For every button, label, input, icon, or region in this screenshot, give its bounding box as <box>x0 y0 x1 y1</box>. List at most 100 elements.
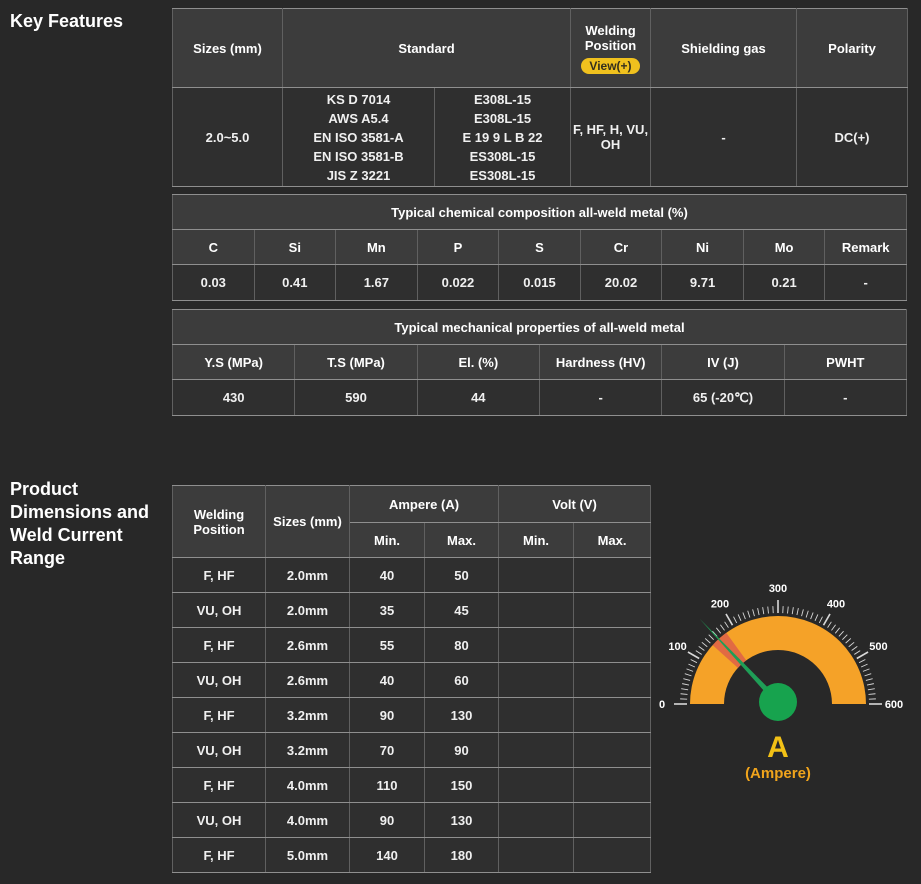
chem-header-cell: C <box>172 229 255 265</box>
mech-header-cell: El. (%) <box>416 344 540 380</box>
amp-min-cell: 40 <box>349 557 425 593</box>
amp-max-cell: 150 <box>423 767 500 803</box>
chem-header-cell: P <box>416 229 500 265</box>
chemical-composition-table: Typical chemical composition all-weld me… <box>172 194 907 301</box>
shielding-gas-value: - <box>650 87 797 187</box>
chem-value-cell: 0.022 <box>416 264 500 301</box>
gauge-dial-icon: 0 100 200 300 400 500 600 <box>659 583 903 721</box>
volt-min-cell <box>498 837 575 873</box>
size-cell: 4.0mm <box>265 767 350 803</box>
gauge-unit-sublabel: (Ampere) <box>745 765 811 782</box>
standard-systems-value: KS D 7014 AWS A5.4 EN ISO 3581-A EN ISO … <box>282 87 435 187</box>
col-volt-group: Volt (V) <box>498 485 652 523</box>
key-features-data-row: 2.0~5.0 KS D 7014 AWS A5.4 EN ISO 3581-A… <box>172 87 908 187</box>
welding-position-cell: F, HF <box>172 837 266 873</box>
amp-min-cell: 55 <box>349 627 425 663</box>
volt-min-cell <box>498 732 575 768</box>
welding-position-cell: F, HF <box>172 767 266 803</box>
view-more-button[interactable]: View(+) <box>581 57 640 74</box>
welding-position-cell: VU, OH <box>172 732 266 768</box>
gauge-unit-label: A <box>767 731 789 764</box>
welding-position-cell: F, HF <box>172 557 266 593</box>
col-polarity: Polarity <box>796 8 908 88</box>
chem-value-cell: 0.21 <box>742 264 826 301</box>
chemical-table-title-row: Typical chemical composition all-weld me… <box>172 194 907 230</box>
chem-value-cell: 20.02 <box>579 264 663 301</box>
volt-min-cell <box>498 802 575 838</box>
amp-min-cell: 35 <box>349 592 425 628</box>
mech-value-cell: 590 <box>294 379 418 416</box>
amp-max-cell: 180 <box>423 837 500 873</box>
size-cell: 2.6mm <box>265 627 350 663</box>
chem-value-cell: 0.03 <box>172 264 255 301</box>
key-features-table: Sizes (mm) Standard Welding Position Vie… <box>172 8 908 187</box>
chem-value-cell: - <box>824 264 907 301</box>
col-volt-min: Min. <box>498 522 575 558</box>
standard-grades-value: E308L-15 E308L-15 E 19 9 L B 22 ES308L-1… <box>434 87 571 187</box>
welding-position-cell: F, HF <box>172 627 266 663</box>
chem-header-cell: Si <box>253 229 337 265</box>
mech-header-cell: Hardness (HV) <box>538 344 663 380</box>
svg-text:100: 100 <box>668 641 686 653</box>
amp-min-cell: 40 <box>349 662 425 698</box>
welding-position-cell: VU, OH <box>172 802 266 838</box>
table-row: F, HF 3.2mm 90 130 <box>172 697 652 733</box>
mech-value-cell: - <box>783 379 908 416</box>
current-group-header-row: Welding Position Sizes (mm) Ampere (A) V… <box>172 485 652 558</box>
size-cell: 2.0mm <box>265 592 350 628</box>
amp-max-cell: 90 <box>423 732 500 768</box>
table-row: F, HF 2.6mm 55 80 <box>172 627 652 663</box>
chem-header-cell: Ni <box>661 229 744 265</box>
mechanical-value-row: 430 590 44 - 65 (-20℃) - <box>171 379 908 416</box>
welding-position-cell: VU, OH <box>172 662 266 698</box>
key-features-heading: Key Features <box>10 11 124 31</box>
size-cell: 5.0mm <box>265 837 350 873</box>
volt-max-cell <box>573 662 652 698</box>
polarity-value: DC(+) <box>796 87 908 187</box>
key-features-header-row: Sizes (mm) Standard Welding Position Vie… <box>172 8 908 88</box>
amp-max-cell: 50 <box>423 557 500 593</box>
table-row: F, HF 4.0mm 110 150 <box>172 767 652 803</box>
amp-max-cell: 130 <box>423 802 500 838</box>
volt-min-cell <box>498 662 575 698</box>
col-amp-max: Max. <box>423 522 500 558</box>
mechanical-table-title-row: Typical mechanical properties of all-wel… <box>172 309 907 345</box>
volt-max-cell <box>573 732 652 768</box>
col-welding-position: Welding Position <box>172 485 266 558</box>
svg-text:200: 200 <box>711 599 729 611</box>
chem-value-cell: 1.67 <box>335 264 418 301</box>
chem-value-cell: 0.015 <box>498 264 581 301</box>
size-cell: 2.6mm <box>265 662 350 698</box>
volt-min-cell <box>498 767 575 803</box>
volt-max-cell <box>573 802 652 838</box>
ampere-gauge: 0 100 200 300 400 500 600 A (Ampere) <box>643 572 913 782</box>
col-amp-min: Min. <box>349 522 425 558</box>
mech-value-cell: 430 <box>171 379 296 416</box>
mechanical-table-title: Typical mechanical properties of all-wel… <box>172 309 907 345</box>
col-ampere-group: Ampere (A) <box>348 485 500 523</box>
chem-value-cell: 0.41 <box>253 264 337 301</box>
welding-position-cell: VU, OH <box>172 592 266 628</box>
chemical-header-row: C Si Mn P S Cr Ni Mo Remark <box>172 229 907 265</box>
mechanical-header-row: Y.S (MPa) T.S (MPa) El. (%) Hardness (HV… <box>171 344 908 380</box>
volt-max-cell <box>573 697 652 733</box>
svg-text:0: 0 <box>659 699 665 711</box>
volt-min-cell <box>498 592 575 628</box>
volt-max-cell <box>573 627 652 663</box>
welding-position-label: Welding Position <box>584 22 637 53</box>
volt-max-cell <box>573 592 652 628</box>
col-volt-max: Max. <box>573 522 652 558</box>
col-sizes: Sizes (mm) <box>172 8 283 88</box>
mech-header-cell: PWHT <box>783 344 908 380</box>
table-row: F, HF 5.0mm 140 180 <box>172 837 652 873</box>
amp-max-cell: 45 <box>423 592 500 628</box>
table-row: VU, OH 2.6mm 40 60 <box>172 662 652 698</box>
size-cell: 2.0mm <box>265 557 350 593</box>
chem-header-cell: Mn <box>335 229 418 265</box>
mech-value-cell: 65 (-20℃) <box>661 379 785 416</box>
amp-min-cell: 140 <box>349 837 425 873</box>
chem-header-cell: S <box>498 229 581 265</box>
amp-min-cell: 70 <box>349 732 425 768</box>
weld-current-table: Welding Position Sizes (mm) Ampere (A) V… <box>172 485 652 873</box>
col-standard: Standard <box>282 8 571 88</box>
